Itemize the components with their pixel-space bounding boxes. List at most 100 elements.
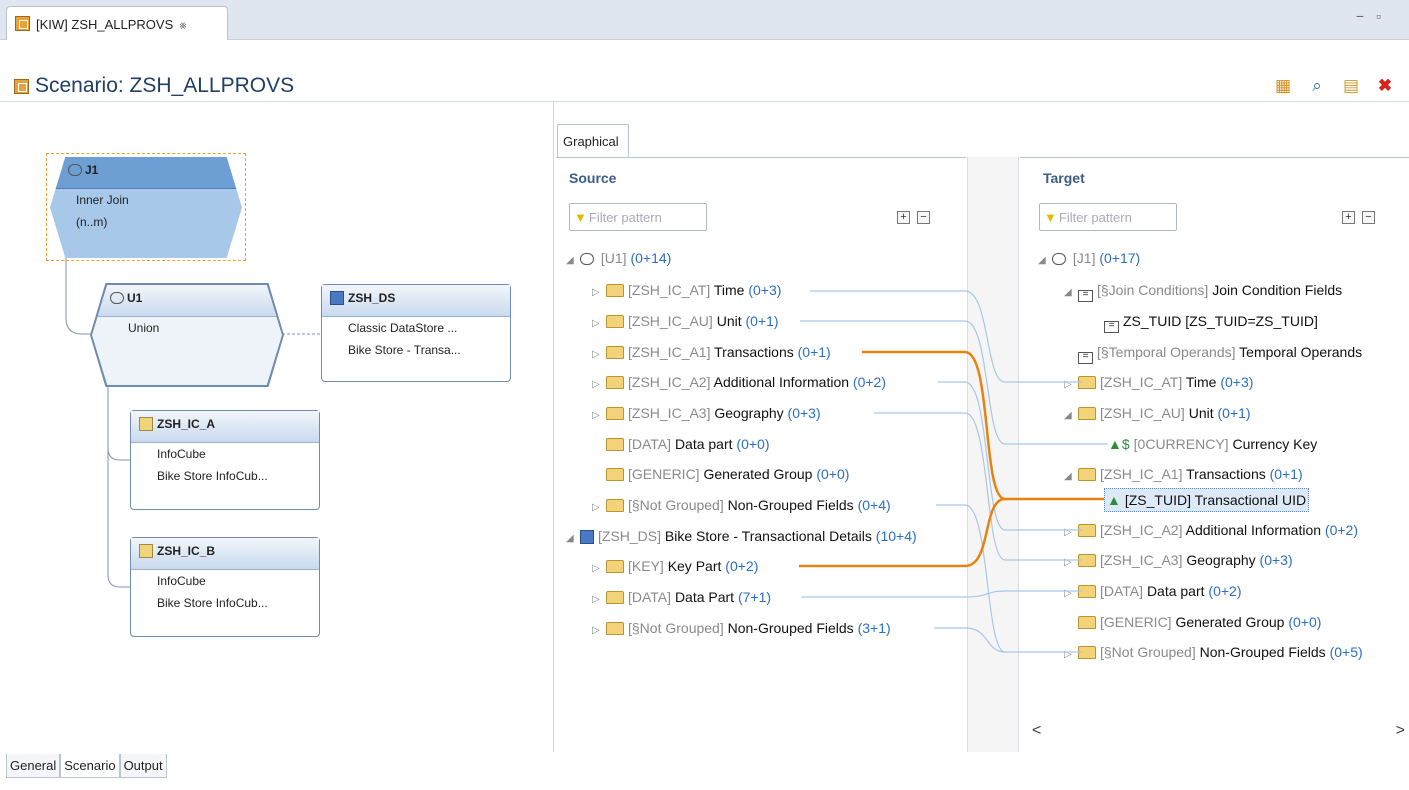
expand-all-icon[interactable]: + <box>897 211 910 224</box>
node-j1[interactable]: J1 Inner Join (n..m) <box>50 157 242 258</box>
target-row[interactable]: ▷ [DATA] Data part (0+2) <box>1064 581 1242 601</box>
tab-general[interactable]: General <box>6 754 61 778</box>
source-row[interactable]: ▷ [ZSH_IC_AU] Unit (0+1) <box>592 311 779 331</box>
node-zsh-ds-type: Classic DataStore ... <box>348 321 458 335</box>
row-key: [ZSH_IC_AU] <box>628 313 713 329</box>
close-red-icon[interactable]: ✖ <box>1375 76 1395 96</box>
target-row[interactable]: = ZS_TUID [ZS_TUID=ZS_TUID] <box>1104 311 1318 333</box>
source-row[interactable]: ▷ [ZSH_IC_A1] Transactions (0+1) <box>592 342 831 362</box>
bottom-tabs: General Scenario Output <box>6 754 167 778</box>
target-filter-input[interactable]: ▼ Filter pattern <box>1039 203 1177 231</box>
node-zsh-ic-a[interactable]: ZSH_IC_A InfoCube Bike Store InfoCub... <box>130 410 320 510</box>
row-count: (0+2) <box>852 374 886 390</box>
folder-icon <box>1078 646 1096 659</box>
row-key: [§Join Conditions] <box>1097 282 1209 298</box>
target-row[interactable]: ▷ [ZSH_IC_AT] Time (0+3) <box>1064 372 1253 392</box>
horizontal-scrollbar[interactable]: < > <box>1020 722 1409 744</box>
row-name: Data part <box>674 436 733 452</box>
datastore-icon <box>580 530 594 544</box>
node-zsh-ic-b-description: Bike Store InfoCub... <box>157 596 268 610</box>
source-row[interactable]: ▷ [KEY] Key Part (0+2) <box>592 556 758 576</box>
page-title-text: Scenario: ZSH_ALLPROVS <box>35 74 295 97</box>
source-row[interactable]: [GENERIC] Generated Group (0+0) <box>592 464 849 484</box>
editor-tab[interactable]: [KIW] ZSH_ALLPROVS ⨳ <box>6 6 228 40</box>
row-name: Data Part <box>674 589 735 605</box>
collapsed-icon: ▷ <box>592 563 600 574</box>
target-row[interactable]: = [§Temporal Operands] Temporal Operands <box>1078 342 1363 364</box>
row-key: [DATA] <box>1100 583 1144 599</box>
source-row[interactable]: ▷ [ZSH_IC_AT] Time (0+3) <box>592 280 781 300</box>
node-u1[interactable]: U1 Union <box>92 285 282 385</box>
folder-icon <box>606 622 624 635</box>
row-name: Currency Key <box>1232 436 1318 452</box>
minimize-icon[interactable]: − <box>1356 8 1376 24</box>
page-title: Scenario: ZSH_ALLPROVS <box>14 74 294 98</box>
node-zsh-ic-b[interactable]: ZSH_IC_B InfoCube Bike Store InfoCub... <box>130 537 320 637</box>
infocube-icon <box>139 417 153 431</box>
node-zsh-ic-a-type: InfoCube <box>157 447 206 461</box>
tab-output[interactable]: Output <box>119 754 167 778</box>
tab-scenario[interactable]: Scenario <box>60 754 120 778</box>
row-count: (10+4) <box>875 528 917 544</box>
node-zsh-ds[interactable]: ZSH_DS Classic DataStore ... Bike Store … <box>321 284 511 382</box>
node-zsh-ic-a-description: Bike Store InfoCub... <box>157 469 268 483</box>
source-row[interactable]: [DATA] Data part (0+0) <box>592 434 770 454</box>
source-filter-input[interactable]: ▼ Filter pattern <box>569 203 707 231</box>
folder-icon <box>606 499 624 512</box>
toolbar: ▦ ⌕ ▤ ✖ <box>1273 76 1395 96</box>
source-row[interactable]: ▷ [ZSH_IC_A2] Additional Information (0+2… <box>592 372 886 392</box>
row-name: Key Part <box>667 558 722 574</box>
join-icon <box>68 164 82 176</box>
row-name: Geography <box>1186 552 1256 568</box>
source-row[interactable]: ◢ [ZSH_DS] Bike Store - Transactional Det… <box>566 526 917 546</box>
target-row[interactable]: ▷ [ZSH_IC_A3] Geography (0+3) <box>1064 550 1293 570</box>
target-row-selected[interactable]: ▲ [ZS_TUID] Transactional UID <box>1104 488 1310 512</box>
target-row[interactable]: ▲$ [0CURRENCY] Currency Key <box>1108 434 1317 454</box>
row-name: Transactions <box>1186 466 1266 482</box>
target-row[interactable]: ◢ [ZSH_IC_AU] Unit (0+1) <box>1064 403 1251 423</box>
tab-graphical[interactable]: Graphical <box>557 124 629 157</box>
row-name: Non-Grouped Fields <box>1199 644 1326 660</box>
source-row[interactable]: ▷ [ZSH_IC_A3] Geography (0+3) <box>592 403 821 423</box>
collapsed-icon: ▷ <box>592 349 600 360</box>
source-row[interactable]: ◢ [U1] (0+14) <box>566 248 671 268</box>
table-icon[interactable]: ▦ <box>1273 76 1293 96</box>
collapse-all-icon[interactable]: − <box>917 211 930 224</box>
collapse-all-icon[interactable]: − <box>1362 211 1375 224</box>
search-icon[interactable]: ⌕ <box>1307 76 1327 96</box>
scroll-right-icon[interactable]: > <box>1396 722 1405 740</box>
row-name: Temporal Operands <box>1239 344 1363 360</box>
document-icon[interactable]: ▤ <box>1341 76 1361 96</box>
row-name: Unit <box>1188 405 1214 421</box>
source-row[interactable]: ▷ [§Not Grouped] Non-Grouped Fields (3+1) <box>592 618 891 638</box>
source-row[interactable]: ▷ [DATA] Data Part (7+1) <box>592 587 771 607</box>
close-tab-icon[interactable]: ⨳ <box>179 18 186 32</box>
node-j1-cardinality: (n..m) <box>76 215 108 229</box>
folder-icon <box>606 315 624 328</box>
infocube-icon <box>139 544 153 558</box>
target-row[interactable]: ◢ = [§Join Conditions] Join Condition Fiel… <box>1064 280 1342 302</box>
target-row[interactable]: ▷ [§Not Grouped] Non-Grouped Fields (0+5) <box>1064 642 1363 662</box>
maximize-icon[interactable]: ▫ <box>1376 8 1393 24</box>
node-zsh-ic-b-name: ZSH_IC_B <box>157 544 216 558</box>
scroll-left-icon[interactable]: < <box>1032 722 1041 740</box>
target-row[interactable]: ◢ [J1] (0+17) <box>1038 248 1140 268</box>
row-key: [U1] <box>600 250 627 266</box>
collapsed-icon: ▷ <box>1064 557 1072 568</box>
row-count: (0+4) <box>857 497 891 513</box>
row-name: Unit <box>716 313 742 329</box>
folder-icon <box>606 560 624 573</box>
expanded-icon: ◢ <box>1064 471 1072 482</box>
row-count: (0+3) <box>1220 374 1254 390</box>
row-key: [§Temporal Operands] <box>1097 344 1236 360</box>
target-row[interactable]: [GENERIC] Generated Group (0+0) <box>1064 612 1321 632</box>
row-count: (0+1) <box>1269 466 1303 482</box>
row-count: (0+0) <box>1288 614 1322 630</box>
source-row[interactable]: ▷ [§Not Grouped] Non-Grouped Fields (0+4) <box>592 495 891 515</box>
expanded-icon: ◢ <box>566 533 574 544</box>
collapsed-icon: ▷ <box>1064 379 1072 390</box>
target-row[interactable]: ◢ [ZSH_IC_A1] Transactions (0+1) <box>1064 464 1303 484</box>
target-row[interactable]: ▷ [ZSH_IC_A2] Additional Information (0+2… <box>1064 520 1358 540</box>
expand-all-icon[interactable]: + <box>1342 211 1355 224</box>
collapsed-icon: ▷ <box>592 502 600 513</box>
